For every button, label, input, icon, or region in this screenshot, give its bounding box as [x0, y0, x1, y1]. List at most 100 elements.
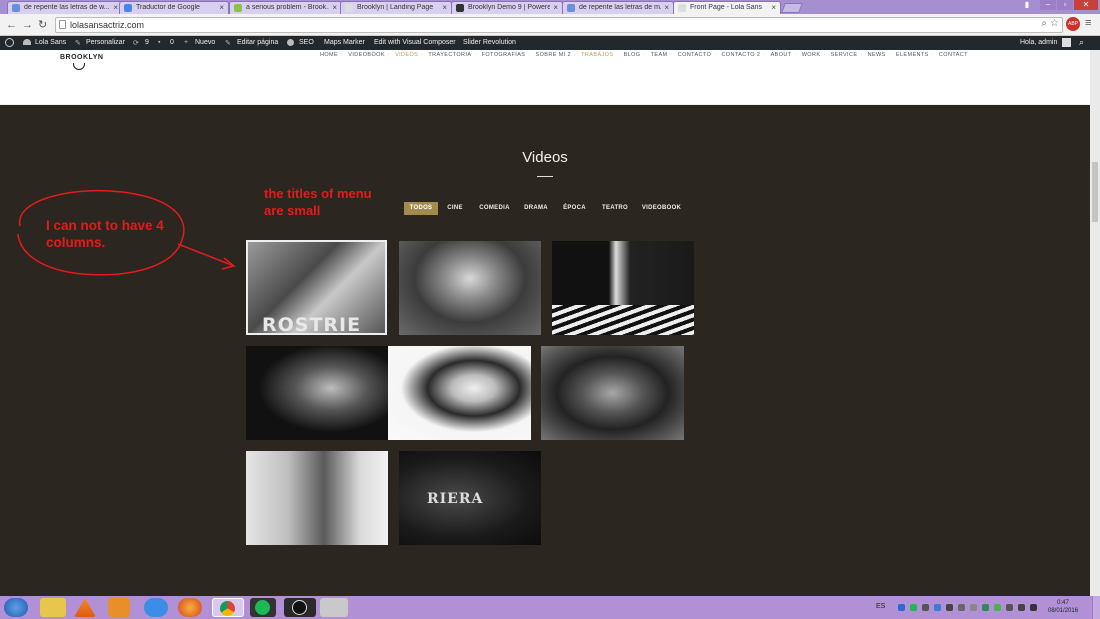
filter-drama[interactable]: DRAMA [521, 202, 551, 215]
site-logo[interactable]: BROOKLYN [60, 54, 103, 61]
edit-page-link[interactable]: Editar página [237, 39, 278, 46]
filter-videobook[interactable]: VIDEOBOOK [640, 202, 683, 215]
minimize-button[interactable]: – [1040, 0, 1056, 10]
tab-close-icon[interactable]: × [113, 3, 118, 12]
hp-icon[interactable] [284, 598, 316, 617]
video-thumb-grimace[interactable] [541, 346, 684, 440]
maximize-button[interactable]: ▫ [1057, 0, 1073, 10]
menu-item-trayectoria[interactable]: TRAYECTORIA [428, 52, 471, 58]
video-thumb-headshot[interactable] [388, 346, 531, 440]
video-thumb-couple[interactable] [246, 451, 388, 545]
wordpress-icon[interactable] [5, 38, 14, 47]
tab-close-icon[interactable]: × [442, 3, 447, 12]
maps-marker-link[interactable]: Maps Marker [324, 39, 365, 46]
tray-icon[interactable] [946, 604, 953, 611]
tray-icon[interactable] [910, 604, 917, 611]
user-profile-icon[interactable]: ▮ [1018, 0, 1036, 10]
tab-close-icon[interactable]: × [664, 3, 669, 12]
menu-item-elements[interactable]: ELEMENTS [896, 52, 929, 58]
page-scrollbar[interactable] [1090, 50, 1100, 596]
tray-icon[interactable] [934, 604, 941, 611]
filter-teatro[interactable]: TEATRO [599, 202, 631, 215]
menu-icon[interactable]: ≡ [1085, 17, 1091, 29]
filter-cine[interactable]: CINE [444, 202, 466, 215]
tab-close-icon[interactable]: × [553, 3, 558, 12]
adblock-icon[interactable]: ABP [1066, 17, 1080, 31]
browser-tab[interactable]: Traductor de Google × [119, 1, 229, 14]
menu-item-blog[interactable]: BLOG [624, 52, 641, 58]
start-button[interactable] [4, 598, 28, 617]
close-window-button[interactable]: ✕ [1074, 0, 1098, 10]
reload-icon[interactable]: ↻ [38, 18, 47, 32]
spotify-icon[interactable] [250, 598, 276, 617]
avatar[interactable] [1062, 38, 1071, 47]
flag-icon[interactable] [1006, 604, 1013, 611]
tray-icon[interactable] [898, 604, 905, 611]
menu-item-about[interactable]: ABOUT [771, 52, 792, 58]
menu-item-work[interactable]: WORK [802, 52, 821, 58]
menu-item-videos[interactable]: VIDEOS [395, 52, 418, 58]
search-icon[interactable]: ⌕ [1041, 18, 1047, 29]
video-thumb-rostrie[interactable]: ROSTRIE [246, 240, 387, 335]
comments-count[interactable]: 0 [170, 39, 174, 46]
tray-icon[interactable] [994, 604, 1001, 611]
seo-link[interactable]: SEO [299, 39, 314, 46]
tray-icon[interactable] [958, 604, 965, 611]
menu-item-team[interactable]: TEAM [651, 52, 668, 58]
menu-item-fotografias[interactable]: FOTOGRAFÍAS [482, 52, 526, 58]
browser-tab[interactable]: de repente las letras de m... × [562, 1, 674, 14]
account-greeting[interactable]: Hola, admin [1020, 39, 1057, 46]
browser-tab[interactable]: Brooklyn Demo 9 | Powere... × [451, 1, 563, 14]
firefox-icon[interactable] [178, 598, 202, 617]
paint-icon[interactable] [320, 598, 348, 617]
video-thumb-scene[interactable] [552, 241, 694, 335]
search-icon[interactable]: ⌕ [1079, 37, 1084, 48]
browser-tab[interactable]: de repente las letras de w... × [7, 1, 123, 14]
menu-item-contacto[interactable]: CONTACTO [678, 52, 712, 58]
forward-icon[interactable]: → [22, 18, 33, 32]
browser-tab[interactable]: a serious problem - Brook... × [229, 1, 342, 14]
chrome-icon[interactable] [212, 598, 244, 617]
menu-item-trabajos[interactable]: TRABAJOS [581, 52, 613, 58]
file-explorer-icon[interactable] [40, 598, 66, 617]
visual-composer-link[interactable]: Edit with Visual Composer [374, 39, 456, 46]
menu-item-service[interactable]: SERVICE [831, 52, 858, 58]
video-thumb-riera[interactable]: RIERA [399, 451, 541, 545]
browser-tab[interactable]: Brooklyn | Landing Page × [340, 1, 452, 14]
menu-item-news[interactable]: NEWS [868, 52, 886, 58]
updates-count[interactable]: 9 [145, 39, 149, 46]
media-player-icon[interactable] [108, 598, 130, 617]
scrollbar-thumb[interactable] [1092, 162, 1098, 222]
menu-item-contacto-2[interactable]: CONTACTO 2 [721, 52, 760, 58]
new-tab-button[interactable] [781, 3, 803, 13]
vlc-icon[interactable] [74, 598, 96, 617]
system-clock[interactable]: 0:47 08/01/2016 [1048, 599, 1078, 615]
tab-close-icon[interactable]: × [332, 3, 337, 12]
site-name-link[interactable]: Lola Sans [35, 39, 66, 46]
page-info-icon[interactable] [59, 20, 66, 29]
filter-comedia[interactable]: COMEDIA [476, 202, 513, 215]
back-icon[interactable]: ← [6, 18, 17, 32]
network-icon[interactable] [1030, 604, 1037, 611]
tray-icon[interactable] [922, 604, 929, 611]
volume-icon[interactable] [1018, 604, 1025, 611]
tray-icon[interactable] [982, 604, 989, 611]
bookmark-star-icon[interactable]: ☆ [1050, 18, 1059, 29]
language-indicator[interactable]: ES [876, 603, 885, 610]
menu-item-home[interactable]: HOME [320, 52, 338, 58]
video-thumb-portrait[interactable] [399, 241, 541, 335]
customize-link[interactable]: Personalizar [86, 39, 125, 46]
filter-todos[interactable]: TODOS [404, 202, 438, 215]
address-bar[interactable]: lolasansactriz.com ⌕ ☆ [55, 17, 1063, 33]
slider-revolution-link[interactable]: Slider Revolution [463, 39, 516, 46]
menu-item-sobre-mi-2[interactable]: SOBRE MÍ 2 [536, 52, 571, 58]
video-thumb-comedy[interactable] [246, 346, 388, 440]
menu-item-videobook[interactable]: VIDEOBOOK [348, 52, 385, 58]
filter-epoca[interactable]: ÉPOCA [561, 202, 588, 215]
tab-close-icon[interactable]: × [771, 3, 776, 12]
tab-close-icon[interactable]: × [219, 3, 224, 12]
new-link[interactable]: Nuevo [195, 39, 215, 46]
browser-tab-active[interactable]: Front Page - Lola Sans × [673, 1, 781, 14]
menu-item-contact[interactable]: CONTACT [939, 52, 968, 58]
show-desktop-button[interactable] [1092, 596, 1100, 619]
